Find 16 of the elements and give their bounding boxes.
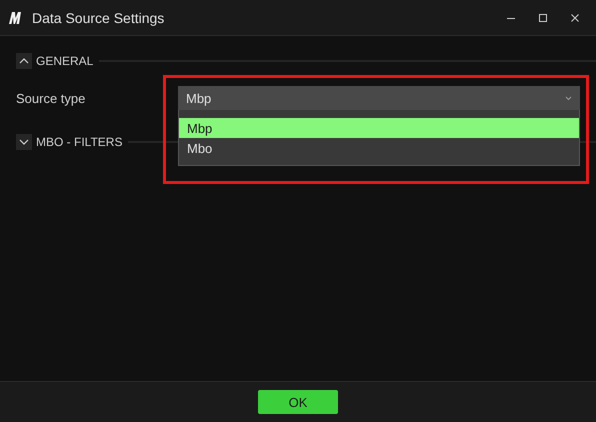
- dropdown-option[interactable]: Mbp: [179, 118, 579, 138]
- window-title: Data Source Settings: [32, 10, 166, 26]
- chevron-up-icon: [19, 58, 29, 64]
- expand-toggle[interactable]: [16, 134, 32, 150]
- section-title: GENERAL: [36, 54, 94, 68]
- close-icon: [570, 12, 580, 22]
- section-title: MBO - FILTERS: [36, 135, 122, 149]
- chevron-down-icon: [19, 139, 29, 145]
- maximize-icon: [538, 12, 548, 22]
- dropdown-option[interactable]: Mbo: [179, 138, 579, 158]
- logo-icon: [8, 10, 22, 24]
- expand-toggle[interactable]: [16, 53, 32, 69]
- source-type-dropdown[interactable]: Mbp: [178, 86, 580, 110]
- caret-icon: [565, 96, 572, 100]
- ok-button[interactable]: OK: [258, 390, 338, 414]
- field-label: Source type: [16, 90, 86, 106]
